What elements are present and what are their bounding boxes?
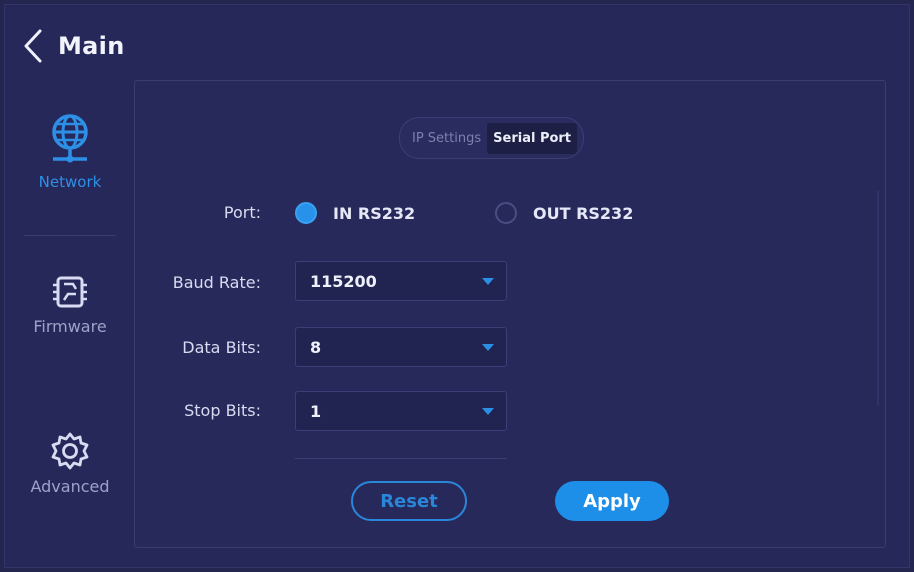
sidebar-item-network[interactable]: Network: [14, 113, 126, 191]
baud-rate-select[interactable]: 115200: [295, 261, 507, 301]
apply-button[interactable]: Apply: [555, 481, 669, 521]
sidebar-item-label: Advanced: [30, 477, 110, 496]
data-bits-label: Data Bits:: [182, 338, 261, 357]
radio-unselected-indicator: [495, 202, 517, 224]
radio-out-rs232[interactable]: OUT RS232: [495, 202, 633, 224]
scrollbar[interactable]: [877, 191, 879, 406]
caret-down-icon: [482, 407, 494, 415]
tab-ip-settings[interactable]: IP Settings: [406, 123, 487, 154]
page-title: Main: [58, 32, 125, 60]
caret-down-icon: [482, 277, 494, 285]
baud-rate-label: Baud Rate:: [172, 273, 261, 292]
data-bits-value: 8: [310, 337, 322, 357]
radio-label: IN RS232: [333, 203, 416, 223]
chevron-left-icon: [24, 29, 42, 63]
caret-down-icon: [482, 343, 494, 351]
stop-bits-select[interactable]: 1: [295, 391, 507, 431]
globe-network-icon: [52, 114, 88, 163]
sidebar-item-label: Firmware: [33, 317, 107, 336]
reset-button[interactable]: Reset: [351, 481, 467, 521]
tab-serial-port[interactable]: Serial Port: [487, 122, 578, 154]
settings-tabs: IP Settings Serial Port: [399, 117, 585, 159]
sidebar-item-advanced[interactable]: Advanced: [14, 431, 126, 496]
gear-icon: [51, 432, 89, 470]
radio-selected-indicator: [295, 202, 317, 224]
baud-rate-value: 115200: [310, 271, 377, 291]
port-label: Port:: [223, 203, 261, 222]
sidebar: Network Firmware Advanced: [14, 95, 126, 555]
sidebar-item-firmware[interactable]: Firmware: [14, 273, 126, 336]
sidebar-divider: [24, 235, 116, 236]
sidebar-item-label: Network: [38, 173, 102, 191]
stop-bits-label: Stop Bits:: [184, 401, 261, 420]
stop-bits-value: 1: [310, 401, 322, 421]
radio-label: OUT RS232: [533, 203, 634, 223]
radio-in-rs232[interactable]: IN RS232: [295, 202, 415, 224]
data-bits-select[interactable]: 8: [295, 327, 507, 367]
serial-port-panel: IP Settings Serial Port Port: IN RS232 O…: [134, 80, 886, 548]
back-button[interactable]: Main: [22, 26, 125, 66]
circuit-board-icon: [53, 276, 87, 308]
form-divider: [295, 458, 507, 459]
